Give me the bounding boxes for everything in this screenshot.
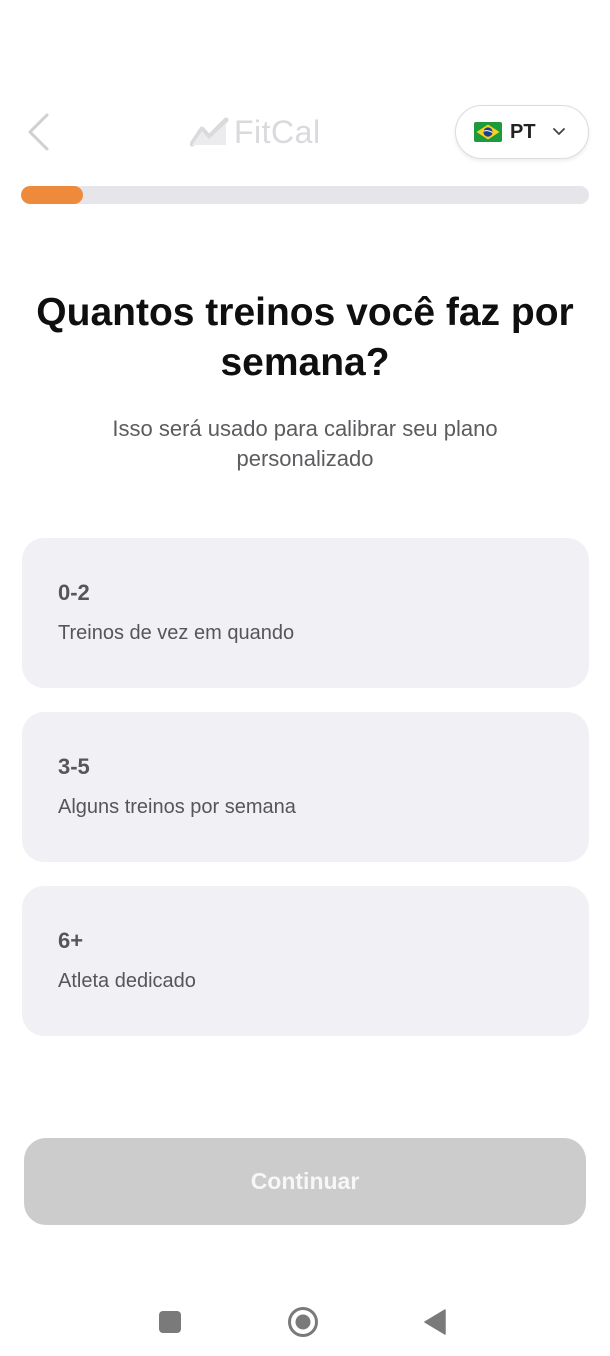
chevron-left-icon [28,113,49,151]
recent-apps-icon [159,1311,181,1333]
option-description: Atleta dedicado [58,970,196,992]
option-range: 6+ [58,928,84,953]
system-back-button[interactable] [413,1300,457,1344]
home-icon [288,1307,318,1337]
home-button[interactable] [281,1300,325,1344]
progress-fill [21,186,84,204]
chevron-down-icon [552,127,566,137]
language-code: PT [510,120,536,143]
option-description: Alguns treinos por semana [58,796,296,818]
app-name: FitCal [234,113,321,150]
option-6-plus[interactable]: 6+ Atleta dedicado [22,886,589,1036]
progress-bar [21,186,589,204]
option-range: 3-5 [58,754,90,779]
question-title: Quantos treinos você faz por semana? [36,291,574,384]
onboarding-screen: FitCal PT Quantos treinos você faz por s… [0,0,610,1356]
back-button[interactable] [18,110,58,154]
recent-apps-button[interactable] [148,1300,192,1344]
app-logo: FitCal [190,112,321,152]
brazil-flag-icon [474,122,502,142]
question-subtitle: Isso será usado para calibrar seu plano … [112,416,498,471]
continue-label: Continuar [250,1168,360,1194]
back-icon [424,1309,446,1335]
continue-button[interactable]: Continuar [24,1138,586,1225]
trend-chart-icon [190,117,229,147]
option-0-2[interactable]: 0-2 Treinos de vez em quando [22,538,589,688]
option-description: Treinos de vez em quando [58,622,295,644]
option-3-5[interactable]: 3-5 Alguns treinos por semana [22,712,589,862]
option-range: 0-2 [58,580,90,605]
language-selector[interactable]: PT [455,105,589,159]
